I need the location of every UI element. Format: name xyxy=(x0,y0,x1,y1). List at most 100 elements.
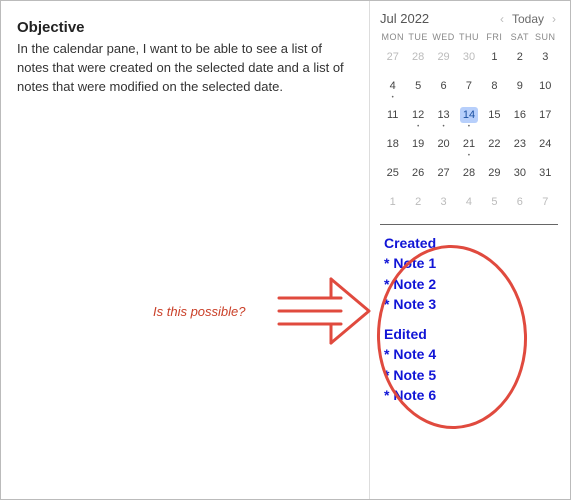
calendar-day-number: 11 xyxy=(384,107,402,123)
calendar-day-cell[interactable]: 12• xyxy=(405,102,430,131)
calendar-day-cell[interactable]: 28 xyxy=(405,44,430,73)
calendar-day-number: 18 xyxy=(384,136,402,152)
calendar-pane: Jul 2022 ‹ Today › MONTUEWEDTHUFRISATSUN… xyxy=(370,1,570,499)
calendar-day-cell[interactable]: 27 xyxy=(380,44,405,73)
calendar-day-number: 22 xyxy=(485,136,503,152)
calendar-dow-cell: MON xyxy=(380,32,405,42)
calendar-day-number: 25 xyxy=(384,165,402,181)
calendar-day-cell[interactable]: 10 xyxy=(533,73,558,102)
objective-heading: Objective xyxy=(17,19,353,36)
calendar-day-number: 30 xyxy=(511,165,529,181)
calendar-day-cell[interactable]: 14• xyxy=(456,102,481,131)
calendar-day-cell[interactable]: 5 xyxy=(405,73,430,102)
calendar-grid: 272829301234•56789101112•13•14•151617181… xyxy=(380,44,558,218)
calendar-week-row: 25 2627282930 31 xyxy=(380,160,558,189)
calendar-month-label: Jul 2022 xyxy=(380,11,429,26)
calendar-day-cell[interactable]: 1 xyxy=(380,189,405,218)
calendar-day-number: 4 xyxy=(384,78,402,94)
calendar-day-number: 4 xyxy=(460,194,478,210)
calendar-dow-cell: SAT xyxy=(507,32,532,42)
calendar-day-cell[interactable]: 2 xyxy=(507,44,532,73)
calendar-day-cell[interactable]: 3 xyxy=(533,44,558,73)
calendar-day-number: 7 xyxy=(460,78,478,94)
calendar-day-cell[interactable]: 21• xyxy=(456,131,481,160)
calendar-day-cell[interactable]: 3 xyxy=(431,189,456,218)
notes-item[interactable]: * Note 6 xyxy=(384,385,558,405)
calendar-dow-cell: THU xyxy=(456,32,481,42)
calendar-week-row: 4•5678910 xyxy=(380,73,558,102)
calendar-day-cell[interactable]: 4 xyxy=(456,189,481,218)
calendar-day-cell[interactable]: 24 xyxy=(533,131,558,160)
objective-body: In the calendar pane, I want to be able … xyxy=(17,40,353,97)
calendar-day-cell[interactable]: 7 xyxy=(533,189,558,218)
calendar-day-number: 31 xyxy=(536,165,554,181)
calendar-day-number: 21 xyxy=(460,136,478,152)
calendar-day-cell[interactable]: 29 xyxy=(482,160,507,189)
calendar-week-row: 18192021•222324 xyxy=(380,131,558,160)
calendar-day-number: 13 xyxy=(435,107,453,123)
calendar-day-cell[interactable]: 2 xyxy=(405,189,430,218)
calendar-day-number: 26 xyxy=(409,165,427,181)
calendar-day-cell[interactable]: 23 xyxy=(507,131,532,160)
calendar-day-cell[interactable]: 30 xyxy=(456,44,481,73)
calendar-day-cell[interactable]: 18 xyxy=(380,131,405,160)
calendar-day-number: 12 xyxy=(409,107,427,123)
calendar-day-cell[interactable]: 4• xyxy=(380,73,405,102)
notes-item[interactable]: * Note 2 xyxy=(384,274,558,294)
calendar-day-number: 8 xyxy=(485,78,503,94)
calendar-day-cell[interactable]: 15 xyxy=(482,102,507,131)
calendar-day-cell[interactable]: 28 xyxy=(456,160,481,189)
calendar-day-cell[interactable]: 11 xyxy=(380,102,405,131)
calendar-day-dot-icon: • xyxy=(392,95,394,101)
calendar-day-dot-icon: • xyxy=(443,124,445,130)
calendar-day-cell[interactable]: 30 xyxy=(507,160,532,189)
calendar-day-number: 7 xyxy=(536,194,554,210)
calendar-day-number: 28 xyxy=(409,49,427,65)
calendar-prev-icon[interactable]: ‹ xyxy=(498,12,506,26)
calendar-divider xyxy=(380,224,558,225)
calendar-day-number: 15 xyxy=(485,107,503,123)
calendar-dow-cell: SUN xyxy=(533,32,558,42)
notes-section-heading: Edited xyxy=(384,324,558,344)
calendar-day-cell[interactable]: 6 xyxy=(431,73,456,102)
calendar-day-cell[interactable]: 17 xyxy=(533,102,558,131)
calendar-day-cell[interactable]: 13• xyxy=(431,102,456,131)
notes-item[interactable]: * Note 5 xyxy=(384,365,558,385)
calendar-day-cell[interactable]: 26 xyxy=(405,160,430,189)
calendar-week-row: 1112•13•14•151617 xyxy=(380,102,558,131)
calendar-day-cell[interactable]: 7 xyxy=(456,73,481,102)
calendar-day-number: 16 xyxy=(511,107,529,123)
calendar-day-number: 29 xyxy=(435,49,453,65)
notes-panel: Created* Note 1* Note 2* Note 3Edited* N… xyxy=(380,233,558,405)
calendar-day-cell[interactable]: 5 xyxy=(482,189,507,218)
calendar-day-cell[interactable]: 22 xyxy=(482,131,507,160)
calendar-day-cell[interactable]: 27 xyxy=(431,160,456,189)
calendar-day-number: 23 xyxy=(511,136,529,152)
calendar-day-cell[interactable]: 1 xyxy=(482,44,507,73)
calendar-today-button[interactable]: Today xyxy=(512,12,544,26)
calendar-day-cell[interactable]: 8 xyxy=(482,73,507,102)
calendar-day-cell[interactable]: 29 xyxy=(431,44,456,73)
notes-item[interactable]: * Note 3 xyxy=(384,294,558,314)
calendar-day-cell[interactable]: 6 xyxy=(507,189,532,218)
calendar-dow-row: MONTUEWEDTHUFRISATSUN xyxy=(380,32,558,42)
calendar-next-icon[interactable]: › xyxy=(550,12,558,26)
calendar-day-number: 9 xyxy=(511,78,529,94)
calendar-day-cell[interactable]: 16 xyxy=(507,102,532,131)
calendar-day-cell[interactable]: 31 xyxy=(533,160,558,189)
calendar-header: Jul 2022 ‹ Today › xyxy=(380,11,558,26)
calendar-day-number: 27 xyxy=(384,49,402,65)
calendar-day-number: 2 xyxy=(511,49,529,65)
calendar-day-cell[interactable]: 20 xyxy=(431,131,456,160)
calendar-nav: ‹ Today › xyxy=(498,12,558,26)
calendar-day-cell[interactable]: 25 xyxy=(380,160,405,189)
notes-item[interactable]: * Note 1 xyxy=(384,253,558,273)
calendar-day-cell[interactable]: 9 xyxy=(507,73,532,102)
calendar-day-number: 2 xyxy=(409,194,427,210)
calendar-day-cell[interactable]: 19 xyxy=(405,131,430,160)
notes-item[interactable]: * Note 4 xyxy=(384,344,558,364)
calendar-week-row: 27 28 2930123 xyxy=(380,44,558,73)
calendar-day-dot-icon: • xyxy=(417,124,419,130)
calendar-day-dot-icon: • xyxy=(468,153,470,159)
calendar-day-number: 24 xyxy=(536,136,554,152)
